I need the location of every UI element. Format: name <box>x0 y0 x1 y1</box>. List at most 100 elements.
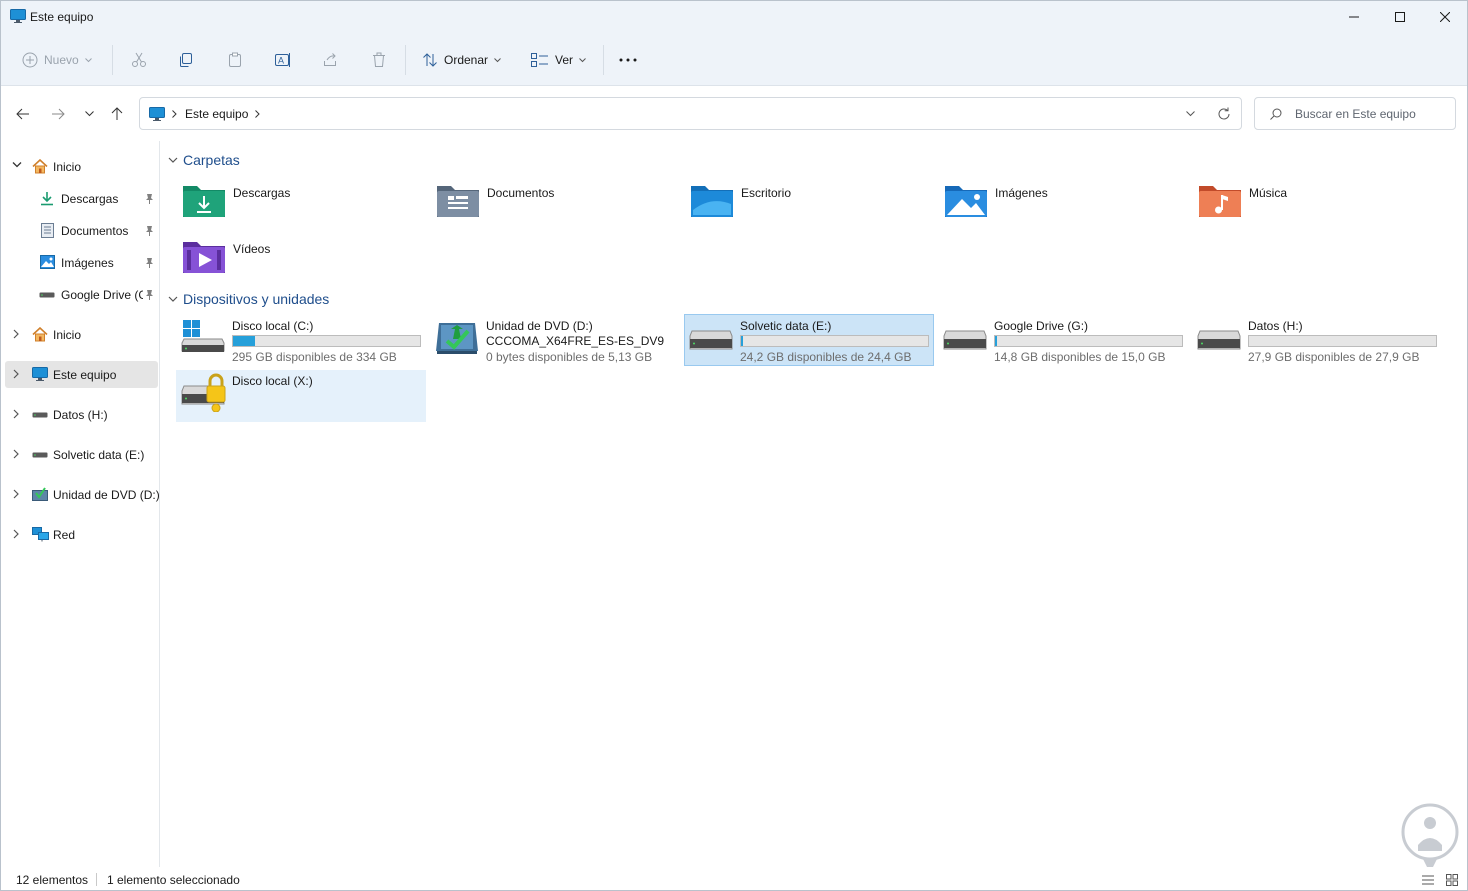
chevron-right-icon[interactable] <box>12 369 20 379</box>
drive-space: 27,9 GB disponibles de 27,9 GB <box>1248 350 1420 364</box>
breadcrumb-chevron-icon <box>172 110 177 118</box>
minimize-button[interactable] <box>1331 1 1377 33</box>
chevron-right-icon[interactable] <box>12 329 20 339</box>
sidebar-item-label: Google Drive (G <box>61 288 143 302</box>
sidebar-item-descargas[interactable]: Descargas <box>5 185 158 212</box>
back-button[interactable] <box>13 104 33 124</box>
computer-icon <box>149 107 165 121</box>
selection-count: 1 elemento seleccionado <box>107 873 240 887</box>
rename-button[interactable]: A <box>274 47 292 73</box>
sort-icon <box>423 53 437 67</box>
chevron-down-icon <box>168 296 178 302</box>
sidebar-item-dvd[interactable]: Unidad de DVD (D:) <box>5 481 160 508</box>
refresh-icon[interactable] <box>1217 107 1231 121</box>
copy-button[interactable] <box>178 47 194 73</box>
pictures-folder-icon <box>945 186 987 217</box>
search-icon <box>1270 108 1282 120</box>
drive-e[interactable]: Solvetic data (E:) 24,2 GB disponibles d… <box>684 314 934 366</box>
chevron-right-icon[interactable] <box>12 409 20 419</box>
chevron-down-icon[interactable] <box>12 161 22 169</box>
details-view-icon[interactable] <box>1422 875 1434 885</box>
sidebar-item-documentos[interactable]: Documentos <box>5 217 158 244</box>
drive-h[interactable]: Datos (H:) 27,9 GB disponibles de 27,9 G… <box>1192 315 1442 367</box>
close-icon <box>1440 12 1450 22</box>
address-history-chevron-icon[interactable] <box>1186 111 1195 117</box>
view-button[interactable]: Ver <box>531 47 586 73</box>
view-label: Ver <box>555 53 574 67</box>
paste-icon <box>229 52 241 67</box>
sidebar-item-inicio[interactable]: Inicio <box>5 153 158 180</box>
sidebar-item-imagenes[interactable]: Imágenes <box>5 249 158 276</box>
pin-icon[interactable] <box>145 193 154 204</box>
sidebar-item-datos[interactable]: Datos (H:) <box>5 401 158 428</box>
chevron-down-icon <box>579 57 586 62</box>
drive-x[interactable]: Disco local (X:) <box>176 370 426 422</box>
folder-imagenes[interactable]: Imágenes <box>923 182 1173 232</box>
folder-descargas[interactable]: Descargas <box>161 182 411 232</box>
folder-videos[interactable]: Vídeos <box>161 238 411 288</box>
sort-label: Ordenar <box>444 53 489 67</box>
chevron-right-icon[interactable] <box>12 449 20 459</box>
pin-icon[interactable] <box>145 257 154 268</box>
breadcrumb-item[interactable]: Este equipo <box>185 107 248 121</box>
tiles-view-icon[interactable] <box>1446 874 1458 886</box>
watermark-logo <box>1401 803 1459 873</box>
sidebar-item-red[interactable]: Red <box>5 521 158 548</box>
drive-d[interactable]: Unidad de DVD (D:) CCCOMA_X64FRE_ES-ES_DV… <box>430 315 680 367</box>
drive-name: Solvetic data (E:) <box>740 319 832 333</box>
sidebar-item-label: Unidad de DVD (D:) <box>53 488 160 502</box>
group-header-label: Dispositivos y unidades <box>183 291 330 307</box>
sort-button[interactable]: Ordenar <box>422 47 501 73</box>
folder-escritorio[interactable]: Escritorio <box>669 182 919 232</box>
drive-icon <box>32 412 48 418</box>
drive-name: Google Drive (G:) <box>994 319 1089 333</box>
group-header-label: Carpetas <box>183 152 240 168</box>
sidebar-item-solvetic-data[interactable]: Solvetic data (E:) <box>5 441 158 468</box>
network-icon <box>32 527 49 542</box>
new-button[interactable]: Nuevo <box>22 47 92 73</box>
share-button[interactable] <box>322 47 338 73</box>
drive-g[interactable]: Google Drive (G:) 14,8 GB disponibles de… <box>938 315 1188 367</box>
computer-icon <box>32 367 48 381</box>
up-button[interactable] <box>107 104 127 124</box>
drive-name: Datos (H:) <box>1248 319 1303 333</box>
close-button[interactable] <box>1422 1 1467 33</box>
sidebar-item-label: Red <box>53 528 76 542</box>
pin-icon[interactable] <box>145 225 154 236</box>
videos-folder-icon <box>183 242 225 273</box>
usage-bar-fill <box>741 336 743 346</box>
sidebar-item-label: Inicio <box>53 160 82 174</box>
paste-button[interactable] <box>227 47 243 73</box>
group-header-dispositivos[interactable]: Dispositivos y unidades <box>168 291 329 307</box>
forward-button[interactable] <box>48 104 68 124</box>
navigation-pane: Inicio Descargas Documentos Imágenes Goo… <box>1 141 160 867</box>
document-icon <box>41 223 54 238</box>
delete-button[interactable] <box>371 47 387 73</box>
pin-icon[interactable] <box>145 289 154 300</box>
sidebar-item-google-drive[interactable]: Google Drive (G <box>5 281 158 308</box>
command-bar: Nuevo A Ordenar Ver <box>1 33 1467 86</box>
cut-button[interactable] <box>131 47 147 73</box>
drive-c[interactable]: Disco local (C:) 295 GB disponibles de 3… <box>176 315 426 367</box>
sidebar-item-inicio-2[interactable]: Inicio <box>5 321 158 348</box>
sidebar-item-este-equipo[interactable]: Este equipo <box>5 361 158 388</box>
breadcrumb-chevron-icon[interactable] <box>255 110 260 118</box>
more-button[interactable] <box>619 47 637 73</box>
chevron-right-icon[interactable] <box>12 529 20 539</box>
folder-musica[interactable]: Música <box>1177 182 1427 232</box>
maximize-button[interactable] <box>1377 1 1423 33</box>
group-header-carpetas[interactable]: Carpetas <box>168 152 240 168</box>
recent-locations-button[interactable] <box>79 104 99 124</box>
search-box[interactable]: Buscar en Este equipo <box>1254 97 1456 130</box>
chevron-down-icon <box>84 57 92 62</box>
usage-bar-fill <box>995 336 998 346</box>
address-bar[interactable]: Este equipo <box>139 97 1242 130</box>
search-placeholder: Buscar en Este equipo <box>1295 107 1416 121</box>
svg-text:A: A <box>278 56 284 66</box>
folder-label: Vídeos <box>233 242 271 256</box>
chevron-right-icon[interactable] <box>12 489 20 499</box>
folder-label: Documentos <box>487 186 555 200</box>
folder-documentos[interactable]: Documentos <box>415 182 665 232</box>
maximize-icon <box>1395 12 1405 22</box>
dvd-icon <box>32 487 48 501</box>
